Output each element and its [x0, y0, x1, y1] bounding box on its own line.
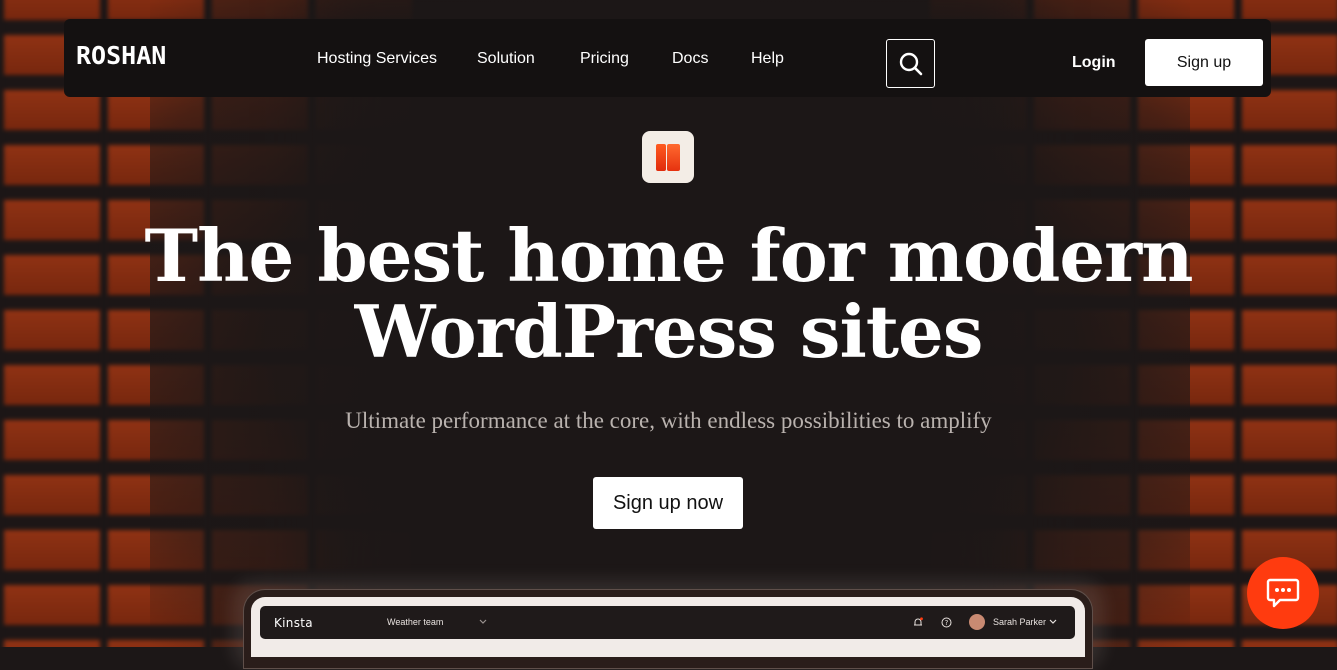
search-button[interactable]: [886, 39, 935, 88]
hero-headline-line1: The best home for modern: [144, 213, 1194, 298]
dashboard-logo: Kinsta: [274, 616, 313, 630]
hero-subtitle: Ultimate performance at the core, with e…: [345, 408, 992, 433]
top-navbar: ROSHAN Hosting Services Solution Pricing…: [64, 19, 1271, 97]
bell-icon: [912, 616, 924, 628]
dashboard-user-name: Sarah Parker: [993, 617, 1047, 627]
hero-headline: The best home for modern WordPress sites: [0, 218, 1337, 370]
brand-mark-icon: [642, 131, 694, 183]
search-icon: [899, 52, 922, 75]
nav-link-pricing[interactable]: Pricing: [580, 50, 629, 68]
chat-icon: [1266, 578, 1300, 608]
chevron-down-icon: [1048, 617, 1058, 627]
login-link[interactable]: Login: [1072, 54, 1116, 72]
help-icon: ?: [940, 616, 952, 628]
chat-button[interactable]: [1247, 557, 1319, 629]
dashboard-team-selector: Weather team: [387, 617, 444, 627]
nav-link-hosting-services[interactable]: Hosting Services: [317, 50, 437, 68]
site-logo[interactable]: ROSHAN: [76, 41, 166, 70]
avatar: [969, 614, 985, 630]
signup-button[interactable]: Sign up: [1145, 39, 1263, 86]
nav-link-docs[interactable]: Docs: [672, 50, 708, 68]
signup-now-button[interactable]: Sign up now: [593, 477, 743, 529]
hero-headline-line2: WordPress sites: [354, 289, 984, 374]
nav-link-help[interactable]: Help: [751, 50, 784, 68]
svg-text:?: ?: [944, 619, 948, 627]
chevron-down-icon: [478, 617, 488, 627]
dashboard-topbar: [260, 606, 1075, 639]
nav-link-solution[interactable]: Solution: [477, 50, 535, 68]
